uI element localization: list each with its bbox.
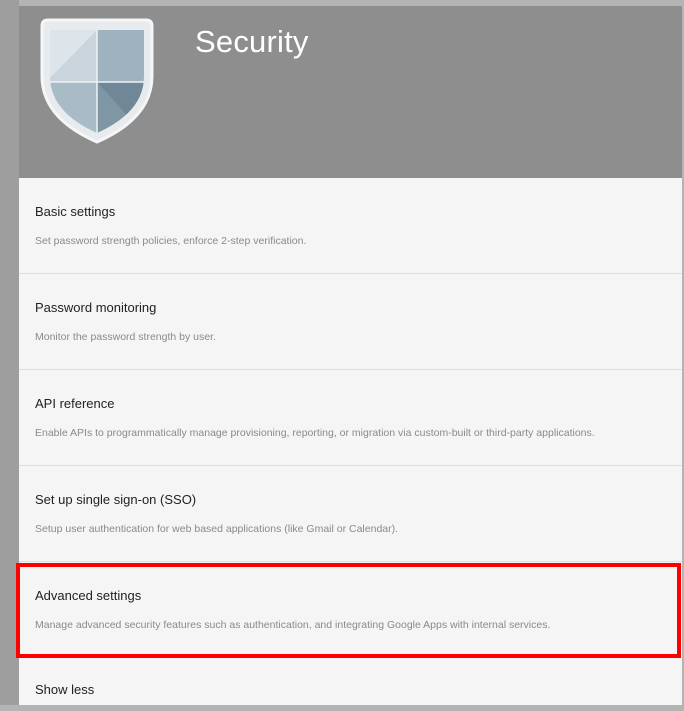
shield-icon [40, 18, 154, 144]
item-description: Set password strength policies, enforce … [35, 235, 307, 247]
show-less-link[interactable]: Show less [35, 682, 94, 697]
item-title: API reference [35, 396, 115, 411]
item-description: Manage advanced security features such a… [35, 619, 551, 631]
item-title: Advanced settings [35, 588, 142, 603]
item-description: Setup user authentication for web based … [35, 523, 399, 535]
list-item-password-monitoring[interactable]: Password monitoring Monitor the password… [19, 274, 682, 370]
security-header: Security [19, 6, 682, 178]
item-description: Monitor the password strength by user. [35, 331, 216, 343]
bottom-border [0, 705, 684, 711]
list-item-sso[interactable]: Set up single sign-on (SSO) Setup user a… [19, 466, 682, 562]
item-title: Password monitoring [35, 300, 157, 315]
item-description: Enable APIs to programmatically manage p… [35, 427, 595, 439]
settings-list: Basic settings Set password strength pol… [19, 178, 682, 697]
list-item-advanced-settings[interactable]: Advanced settings Manage advanced securi… [19, 562, 682, 658]
list-item-api-reference[interactable]: API reference Enable APIs to programmati… [19, 370, 682, 466]
item-title: Basic settings [35, 204, 116, 219]
left-border [0, 0, 19, 711]
security-panel: Security Basic settings Set password str… [19, 6, 682, 705]
page-title: Security [195, 24, 309, 59]
item-title: Set up single sign-on (SSO) [35, 492, 197, 507]
security-window: Security Basic settings Set password str… [0, 0, 684, 711]
list-item-basic-settings[interactable]: Basic settings Set password strength pol… [19, 178, 682, 274]
